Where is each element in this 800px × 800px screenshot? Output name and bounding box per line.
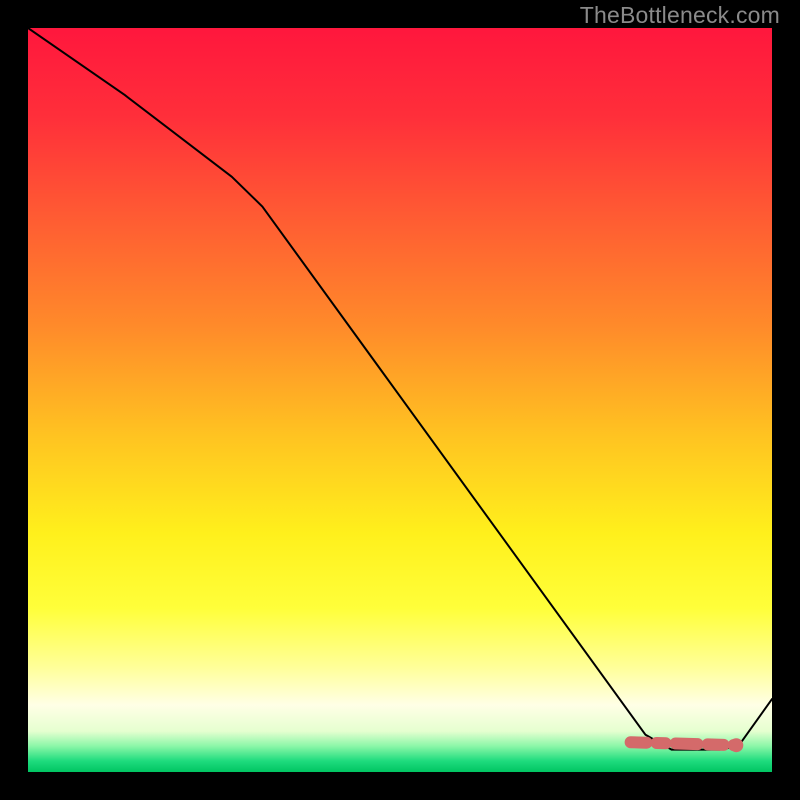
highlight-dot	[729, 738, 743, 752]
chart-stage: TheBottleneck.com	[0, 0, 800, 800]
plot-background	[28, 28, 772, 772]
attribution-text: TheBottleneck.com	[580, 2, 780, 29]
bottleneck-chart	[28, 28, 772, 772]
series-marker-band	[631, 742, 737, 745]
